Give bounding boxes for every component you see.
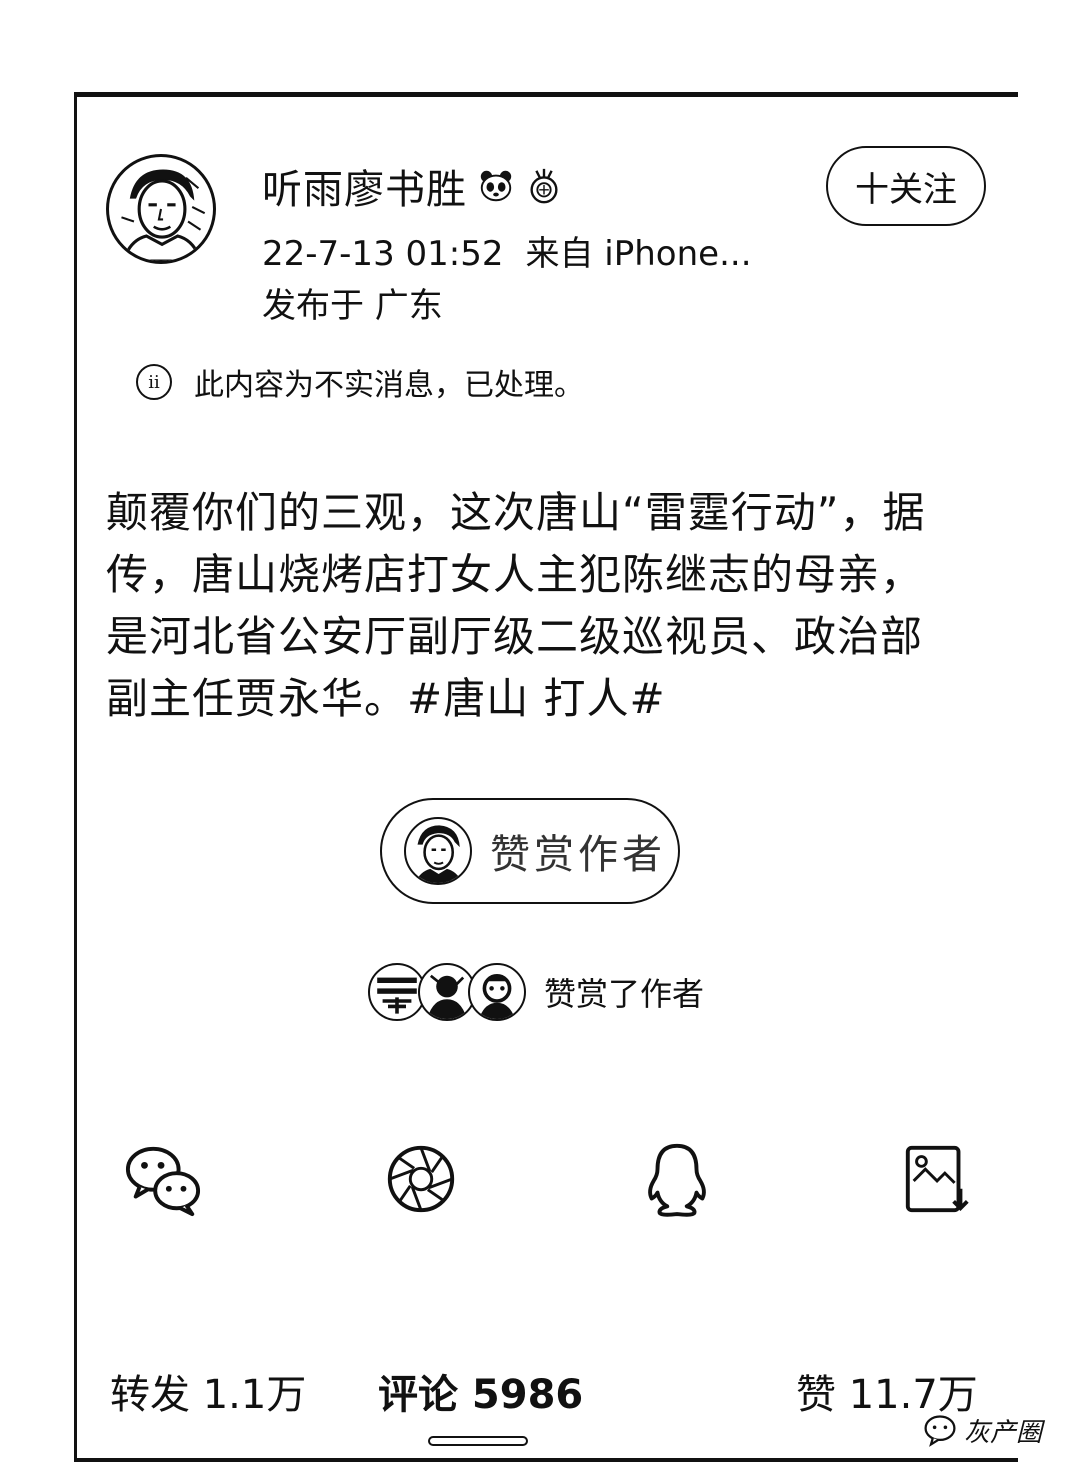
info-icon: ii [136,364,172,400]
wechat-logo-icon [922,1412,958,1448]
wechat-icon[interactable] [124,1140,202,1218]
rewarders-row[interactable]: 赞赏了作者 [368,960,704,1024]
post-source: 来自 iPhone... [525,234,752,274]
post-body: 颠覆你们的三观，这次唐山“雷霆行动”，据 传，唐山烧烤店打女人主犯陈继志的母亲，… [106,482,986,730]
home-indicator [428,1436,528,1446]
card-top-border [74,92,1018,97]
post-meta: 22-7-13 01:52 来自 iPhone... [262,226,752,275]
follow-button[interactable]: 十关注 [826,146,986,226]
comment-count[interactable]: 评论 5986 [378,1362,583,1420]
moments-icon[interactable] [382,1140,460,1218]
panda-badge-icon [477,167,515,205]
author-avatar[interactable] [106,154,216,264]
qq-icon[interactable] [638,1140,716,1218]
post-body-line: 副主任贾永华。#唐山 打人# [106,674,666,723]
post-timestamp: 22-7-13 01:52 [262,234,504,274]
author-name-row: 听雨廖书胜 [262,158,563,214]
medal-badge-icon [525,167,563,205]
notice-text: 此内容为不实消息，已处理。 [194,368,584,403]
misinformation-notice: ii 此内容为不实消息，已处理。 [136,360,584,404]
watermark: 灰产圈 [922,1408,1042,1452]
post-body-line: 传，唐山烧烤店打女人主犯陈继志的母亲， [106,550,924,599]
card-bottom-border [74,1458,1018,1462]
repost-count[interactable]: 转发 1.1万 [110,1362,306,1420]
rewarders-text: 赞赏了作者 [544,975,705,1013]
save-image-icon[interactable] [900,1140,978,1218]
reward-label: 赞赏作者 [490,832,666,878]
post-body-line: 是河北省公安厅副厅级二级巡视员、政治部 [106,612,924,661]
rewarder-avatar [468,963,526,1021]
reward-avatar [404,817,472,885]
post-location: 发布于 广东 [262,286,443,326]
author-name[interactable]: 听雨廖书胜 [262,157,467,215]
post-body-line: 颠覆你们的三观，这次唐山“雷霆行动”，据 [106,488,926,537]
watermark-text: 灰产圈 [964,1417,1043,1448]
card-left-border [74,92,77,1462]
reward-author-button[interactable]: 赞赏作者 [380,798,680,904]
